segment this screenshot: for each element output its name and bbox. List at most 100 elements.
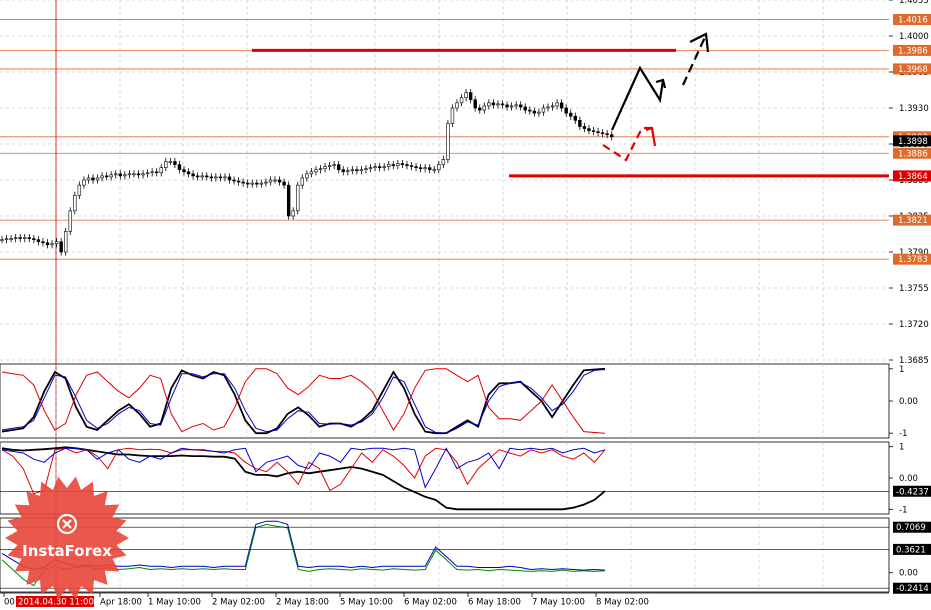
candle-body [346, 170, 350, 173]
candle-body [418, 167, 423, 169]
candle-body [136, 173, 141, 176]
osc-tick-label: 1 [899, 443, 904, 453]
candle-body [232, 179, 236, 182]
candle-body [286, 184, 291, 217]
candle-body [268, 179, 273, 183]
candle-body [473, 99, 477, 109]
time-tick-label: 7 May 10:00 [532, 598, 585, 608]
osc-tick-label: -1 [899, 429, 907, 439]
candle-body [446, 123, 450, 160]
candle-body [9, 238, 13, 240]
candle-body [591, 130, 596, 132]
time-tick-label: 6 May 02:00 [404, 598, 457, 608]
candle-body [195, 175, 200, 178]
candle-body [236, 180, 241, 183]
instaforex-gear-logo: InstaForex [5, 476, 129, 600]
osc-tick-label: 0.00 [899, 474, 918, 484]
candle-body [123, 174, 127, 177]
candle-body [241, 181, 245, 184]
candle-body [341, 169, 345, 173]
candle-body [455, 102, 459, 109]
candle-body [487, 102, 491, 107]
level-tag-label: 1.3968 [898, 65, 928, 75]
candle-body [32, 238, 36, 240]
osc-level-tag-label: -0.4237 [896, 487, 929, 497]
candle-body [427, 167, 432, 171]
candle-body [205, 175, 209, 178]
candle-body [559, 102, 564, 109]
time-tick-label: Apr 18:00 [100, 598, 142, 608]
candle-body [127, 173, 132, 176]
chart-canvas[interactable]: 1.40351.40001.39651.39301.38951.38601.38… [0, 0, 931, 610]
candle-body [209, 176, 213, 179]
candle-body [359, 169, 364, 172]
osc-series-line [1, 369, 606, 434]
candle-body [150, 171, 154, 174]
candle-body [104, 175, 109, 178]
candle-body [550, 105, 555, 108]
candle-body [318, 168, 323, 171]
candle-body [368, 167, 373, 169]
candle-body [259, 182, 264, 185]
osc-tick-label: 1 [899, 365, 904, 375]
candle-body [141, 173, 145, 176]
candle-body [296, 184, 300, 212]
time-tick-label: 1 May 10:00 [148, 598, 201, 608]
candle-body [41, 241, 45, 244]
level-tag-label: 1.3986 [898, 46, 928, 56]
candle-body [314, 169, 318, 173]
candle-body [478, 107, 482, 111]
candle-body [264, 181, 268, 184]
candle-body [250, 182, 254, 185]
logo-gear-shape [5, 476, 129, 600]
candle-body [86, 177, 91, 181]
osc-series-line [1, 368, 606, 434]
candle-body [355, 169, 359, 172]
candle-body [109, 174, 113, 178]
candle-body [414, 166, 418, 168]
candle-body [505, 104, 509, 108]
candle-body [309, 171, 314, 175]
panel-frame [0, 363, 890, 439]
candle-body [500, 103, 505, 106]
candle-body [118, 173, 123, 177]
candle-body [332, 164, 336, 166]
current-price-label: 1.3898 [898, 137, 928, 147]
candle-body [437, 164, 441, 171]
candle-body [159, 167, 163, 174]
oscillator-panel-2: 1 0.00 -1 -0.4237 [0, 441, 931, 515]
candle-body [36, 239, 41, 243]
candle-body [400, 163, 405, 165]
candle-body [464, 92, 468, 99]
price-tick-label: 1.3755 [899, 284, 929, 294]
candle-body [432, 169, 436, 172]
candle-body [214, 176, 218, 179]
osc-series-line [1, 367, 606, 435]
candle-body [64, 231, 68, 253]
candle-body [523, 106, 527, 111]
price-tick-label: 1.3930 [899, 104, 929, 114]
candle-body [396, 163, 400, 166]
time-axis: 00 2014.04.30 11:00 Apr 18:00 1 May 10:00 2 … [0, 592, 889, 608]
candle-body [0, 239, 4, 241]
time-tick-label: 6 May 18:00 [468, 598, 521, 608]
brand-logo-text: InstaForex [22, 542, 112, 560]
candle-body [282, 181, 286, 186]
price-panel: 1.40351.40001.39651.39301.38951.38601.38… [0, 0, 931, 592]
time-tick-label: 8 May 02:00 [596, 598, 649, 608]
candle-body [50, 243, 54, 246]
candle-body [95, 177, 100, 181]
candle-body [450, 107, 455, 124]
osc-tick-label: 0.00 [899, 397, 918, 407]
candle-body [578, 120, 582, 127]
osc-tick-label: -1 [899, 505, 907, 515]
candle-body [509, 105, 514, 108]
candle-body [377, 166, 382, 168]
time-tag-label: 2014.04.30 11:00 [18, 598, 94, 608]
candle-body [468, 92, 473, 101]
price-tick-label: 1.3720 [899, 320, 929, 330]
time-tick-label: 00 [4, 598, 15, 608]
candle-body [541, 107, 546, 113]
candle-body [273, 179, 277, 182]
candle-body [4, 238, 9, 240]
